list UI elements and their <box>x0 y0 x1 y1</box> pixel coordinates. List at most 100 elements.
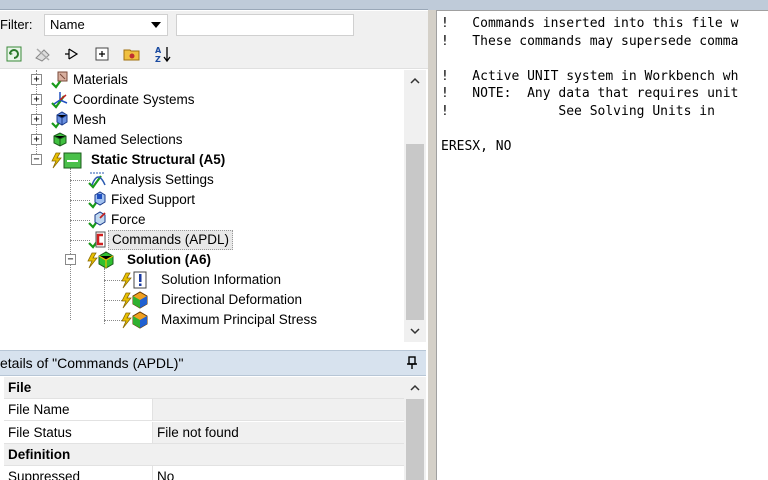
tree-connector <box>70 200 90 201</box>
collapse-toggle[interactable]: − <box>65 254 76 265</box>
editor-line: ! These commands may supersede comma <box>441 34 739 49</box>
pin-icon[interactable] <box>406 356 418 370</box>
details-title: etails of "Commands (APDL)" <box>0 355 184 371</box>
tree-connector <box>70 168 71 320</box>
commands-text-editor[interactable]: ! Commands inserted into this file w ! T… <box>436 10 768 480</box>
tree-item-named-selections[interactable]: Named Selections <box>50 130 186 150</box>
panel-splitter[interactable] <box>428 0 436 480</box>
details-section-file[interactable]: File <box>4 377 404 399</box>
tree-item-label: Maximum Principal Stress <box>161 312 318 327</box>
outline-panel: Filter: Name AZ + Materials + Coordinate… <box>0 0 428 480</box>
expand-toggle[interactable]: + <box>31 74 42 85</box>
details-row-suppressed[interactable]: Suppressed No <box>4 466 404 480</box>
folder-icon[interactable] <box>122 44 142 64</box>
fixed-support-icon <box>88 191 106 209</box>
tree-item-label: Analysis Settings <box>111 172 214 187</box>
filter-search-input[interactable] <box>176 14 354 36</box>
tree-connector <box>70 180 90 181</box>
details-row-file-status[interactable]: File Status File not found <box>4 422 404 444</box>
scrollbar-thumb[interactable] <box>406 144 424 320</box>
force-icon <box>88 211 106 229</box>
analysis-settings-icon <box>88 171 106 189</box>
tree-item-directional-deformation[interactable]: Directional Deformation <box>120 290 305 310</box>
expand-toggle[interactable]: + <box>31 114 42 125</box>
tree-item-label: Force <box>111 212 146 227</box>
scroll-down-icon[interactable] <box>410 326 420 336</box>
tree-connector <box>104 268 105 324</box>
tree-item-label: Materials <box>73 72 128 87</box>
tree-item-coordinate-systems[interactable]: Coordinate Systems <box>50 90 198 110</box>
tree-item-maximum-principal-stress[interactable]: Maximum Principal Stress <box>120 310 320 330</box>
editor-title-strip <box>428 0 768 10</box>
tree-item-label: Named Selections <box>73 132 183 147</box>
tree-item-label: Directional Deformation <box>161 292 303 307</box>
materials-icon <box>50 71 68 89</box>
filter-dropdown-value: Name <box>50 17 85 32</box>
outline-toolbar: AZ <box>0 39 428 69</box>
tree-scrollbar[interactable] <box>404 70 426 342</box>
tree-item-label: Static Structural (A5) <box>91 152 226 167</box>
tree-item-label: Solution (A6) <box>127 252 211 267</box>
coordinate-system-icon <box>50 91 68 109</box>
editor-line: ! Commands inserted into this file w <box>441 16 739 31</box>
details-value[interactable]: No <box>153 466 404 480</box>
expand-toggle[interactable]: + <box>31 134 42 145</box>
editor-line: ! See Solving Units in <box>441 104 715 119</box>
tree-item-label: Coordinate Systems <box>73 92 195 107</box>
result-icon <box>120 311 156 329</box>
static-structural-icon <box>50 151 86 169</box>
scroll-up-icon[interactable] <box>410 76 420 86</box>
suppress-icon[interactable] <box>33 44 53 64</box>
tree-item-commands-apdl[interactable]: Commands (APDL) <box>88 230 234 250</box>
outline-tree: + Materials + Coordinate Systems + Mesh … <box>0 70 404 342</box>
chevron-down-icon[interactable] <box>151 22 161 28</box>
tree-connector <box>70 220 90 221</box>
tree-connector <box>70 240 90 241</box>
svg-text:Z: Z <box>155 55 161 63</box>
expand-toggle[interactable]: + <box>31 94 42 105</box>
tree-item-label: Fixed Support <box>111 192 196 207</box>
result-icon <box>120 291 156 309</box>
filter-bar: Filter: Name <box>0 11 428 39</box>
details-row-file-name[interactable]: File Name <box>4 399 404 421</box>
details-value[interactable] <box>153 399 404 420</box>
tree-item-static-structural[interactable]: Static Structural (A5) <box>50 150 228 170</box>
details-section-label: File <box>8 380 32 395</box>
tree-item-solution-information[interactable]: Solution Information <box>120 270 284 290</box>
tree-item-analysis-settings[interactable]: Analysis Settings <box>88 170 217 190</box>
details-value: File not found <box>153 422 404 443</box>
expand-all-icon[interactable] <box>92 44 112 64</box>
details-header: etails of "Commands (APDL)" <box>0 350 426 376</box>
details-key: File Name <box>4 399 153 420</box>
editor-line: ERESX, NO <box>441 139 512 154</box>
collapse-tree-icon[interactable] <box>62 44 82 64</box>
named-selections-icon <box>50 131 68 149</box>
details-scrollbar[interactable] <box>404 377 426 480</box>
tree-item-mesh[interactable]: Mesh <box>50 110 109 130</box>
filter-label: Filter: <box>0 17 33 32</box>
scrollbar-thumb[interactable] <box>406 399 424 480</box>
tree-item-label: Mesh <box>73 112 107 127</box>
filter-dropdown[interactable]: Name <box>44 14 168 36</box>
collapse-toggle[interactable]: − <box>31 154 42 165</box>
scroll-up-icon[interactable] <box>410 383 420 393</box>
tree-item-fixed-support[interactable]: Fixed Support <box>88 190 198 210</box>
details-section-label: Definition <box>8 447 71 462</box>
solution-information-icon <box>120 271 156 289</box>
editor-line: ! NOTE: Any data that requires unit <box>441 86 739 101</box>
svg-text:A: A <box>155 46 162 55</box>
tree-item-label: Solution Information <box>161 272 282 287</box>
tree-item-force[interactable]: Force <box>88 210 149 230</box>
panel-title-strip <box>0 0 428 10</box>
details-section-definition[interactable]: Definition <box>4 444 404 466</box>
tree-item-solution[interactable]: Solution (A6) <box>87 250 214 270</box>
sort-az-icon[interactable]: AZ <box>153 44 173 64</box>
details-key: File Status <box>4 422 153 443</box>
details-key: Suppressed <box>4 466 153 480</box>
details-grid: File File Name File Status File not foun… <box>0 377 404 480</box>
tree-item-materials[interactable]: Materials <box>50 70 131 90</box>
tree-item-label: Commands (APDL) <box>108 230 234 250</box>
refresh-icon[interactable] <box>4 44 24 64</box>
mesh-icon <box>50 111 68 129</box>
editor-line: ! Active UNIT system in Workbench wh <box>441 69 739 84</box>
